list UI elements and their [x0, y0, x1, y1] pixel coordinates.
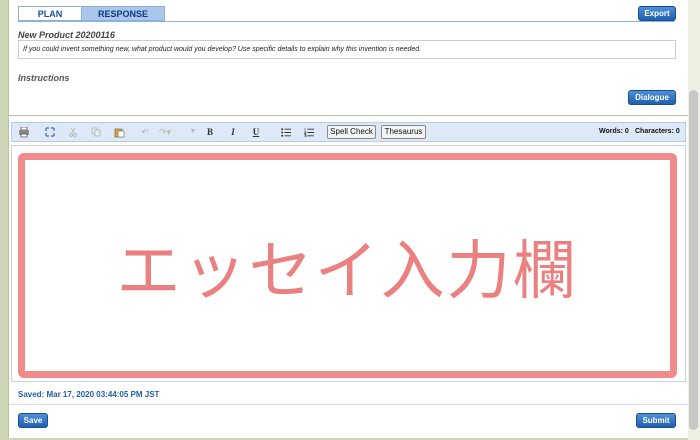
- expand-icon[interactable]: [43, 123, 57, 141]
- bold-icon[interactable]: B: [204, 123, 216, 141]
- tab-plan[interactable]: PLAN: [18, 6, 81, 21]
- redo-icon[interactable]: ↷▾: [158, 123, 172, 141]
- footer-divider: [9, 404, 688, 405]
- essay-input-label: エッセイ入力欄: [116, 234, 579, 309]
- spell-check-button[interactable]: Spell Check: [327, 125, 376, 139]
- dropdown-arrow-icon[interactable]: ▼: [188, 123, 198, 141]
- print-icon[interactable]: [17, 123, 31, 141]
- tab-underline: [18, 21, 675, 22]
- scrollbar-thumb[interactable]: [689, 90, 698, 430]
- cut-icon[interactable]: [66, 123, 80, 141]
- prompt-text: If you could invent something new, what …: [18, 40, 676, 59]
- saved-status: Saved: Mar 17, 2020 03:44:05 PM JST: [18, 390, 160, 399]
- essay-input[interactable]: エッセイ入力欄: [18, 153, 677, 378]
- underline-icon[interactable]: U: [250, 123, 262, 141]
- copy-icon[interactable]: [89, 123, 103, 141]
- instructions-label: Instructions: [18, 73, 70, 83]
- tab-bar: PLAN RESPONSE: [18, 6, 165, 22]
- paste-icon[interactable]: [112, 123, 126, 141]
- bullet-list-icon[interactable]: [279, 123, 293, 141]
- thesaurus-button[interactable]: Thesaurus: [381, 125, 426, 139]
- section-divider: [9, 115, 688, 116]
- word-count: Words: 0: [599, 128, 629, 135]
- dialogue-button[interactable]: Dialogue: [628, 90, 676, 105]
- numbered-list-icon[interactable]: [302, 123, 316, 141]
- undo-icon[interactable]: ↶: [138, 123, 152, 141]
- editor-toolbar: ↶ ↷▾ ▼ B I U Spell Check Thesaurus Words…: [11, 122, 686, 142]
- export-button[interactable]: Export: [638, 6, 676, 21]
- submit-button[interactable]: Submit: [636, 413, 676, 428]
- save-button[interactable]: Save: [18, 413, 48, 428]
- character-count: Characters: 0: [635, 128, 680, 135]
- italic-icon[interactable]: I: [227, 123, 239, 141]
- product-title: New Product 20200116: [18, 30, 115, 40]
- tab-response[interactable]: RESPONSE: [81, 6, 165, 21]
